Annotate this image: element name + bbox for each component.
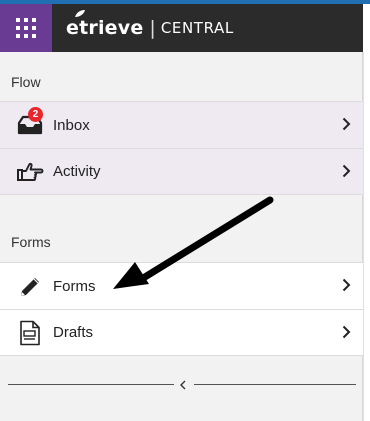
brand-product: CENTRAL (160, 19, 234, 37)
scrollbar-track[interactable] (363, 52, 370, 421)
chevron-right-icon (342, 117, 351, 131)
nav-item-label: Forms (53, 277, 96, 295)
nav-item-label: Inbox (53, 116, 90, 134)
navigation-panel: Flow 2 Inbox Activity Forms Forms Drafts (0, 52, 363, 421)
brand-name: etrieve (66, 10, 143, 39)
brand-separator: | (149, 17, 156, 39)
drafts-icon-wrapper (15, 320, 45, 346)
nav-item-inbox[interactable]: 2 Inbox (0, 101, 363, 148)
chevron-right-icon (342, 164, 351, 178)
section-label-forms: Forms (11, 234, 51, 250)
collapse-panel-button[interactable] (176, 378, 190, 392)
chevron-right-icon (342, 325, 351, 339)
nav-item-drafts[interactable]: Drafts (0, 309, 363, 356)
brand-logo[interactable]: etrieve | CENTRAL (66, 10, 234, 39)
app-header: etrieve | CENTRAL (0, 4, 363, 52)
section-label-flow: Flow (11, 74, 41, 90)
nav-item-label: Drafts (53, 324, 94, 341)
collapse-divider (0, 378, 363, 392)
pointing-hand-icon (17, 162, 44, 181)
divider-line-left (8, 384, 174, 385)
inbox-count-badge: 2 (28, 107, 43, 122)
nav-item-forms[interactable]: Forms (0, 262, 363, 309)
chevron-left-icon (180, 380, 186, 390)
nav-item-label: Activity (53, 163, 101, 180)
nav-item-activity[interactable]: Activity (0, 148, 363, 195)
inbox-icon-wrapper: 2 (15, 107, 45, 138)
pencil-icon (21, 278, 39, 296)
document-icon (20, 320, 40, 345)
leaf-icon (75, 10, 85, 17)
activity-icon-wrapper (15, 159, 45, 185)
divider-line-right (194, 384, 356, 385)
forms-icon-wrapper (15, 273, 45, 299)
grid-icon (16, 18, 36, 38)
app-launcher-button[interactable] (0, 4, 52, 52)
chevron-right-icon (342, 278, 351, 292)
